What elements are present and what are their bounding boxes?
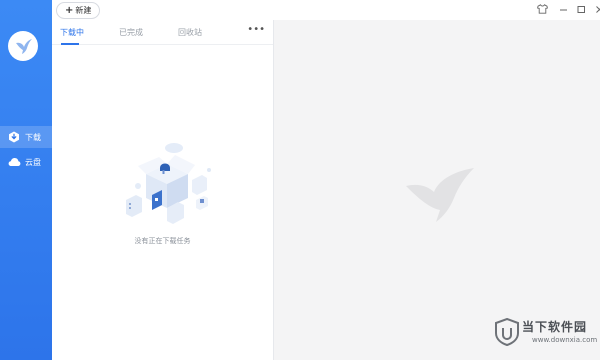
- hummingbird-watermark-icon: [406, 168, 474, 222]
- close-icon[interactable]: [593, 3, 600, 15]
- new-task-button[interactable]: + 新建: [56, 2, 101, 19]
- task-panel: 下载中 已完成 回收站 ••• 没有正在下载任务: [52, 20, 274, 360]
- cloud-icon: [7, 155, 21, 169]
- sidebar-item-label: 下载: [25, 132, 41, 142]
- tab-completed[interactable]: 已完成: [119, 27, 143, 38]
- sidebar-item-label: 云盘: [25, 157, 41, 167]
- new-task-label: 新建: [75, 6, 92, 15]
- more-menu-button[interactable]: •••: [247, 24, 265, 35]
- task-tabs: 下载中 已完成 回收站 •••: [52, 20, 273, 45]
- empty-state-text: 没有正在下载任务: [134, 237, 191, 245]
- sidebar: 下载 云盘: [0, 0, 52, 360]
- hummingbird-logo-icon: [16, 39, 32, 54]
- sidebar-item-cloud[interactable]: 云盘: [0, 151, 52, 173]
- plus-icon: +: [65, 4, 74, 16]
- minimize-icon[interactable]: [557, 3, 569, 15]
- app-logo[interactable]: [8, 31, 38, 61]
- tab-downloading[interactable]: 下载中: [60, 27, 84, 38]
- sidebar-item-download[interactable]: 下载: [0, 126, 52, 148]
- site-url-watermark: www.downxia.com: [532, 336, 598, 344]
- top-toolbar: + 新建: [52, 0, 600, 21]
- detail-area: [274, 20, 600, 360]
- download-hex-icon: [7, 130, 21, 144]
- skin-tshirt-icon[interactable]: [536, 3, 548, 15]
- site-name-watermark: 当下软件园: [522, 320, 588, 334]
- active-tab-indicator: [61, 43, 79, 45]
- empty-boxes-illustration: [126, 143, 211, 224]
- tab-recycle-bin[interactable]: 回收站: [178, 27, 202, 38]
- site-shield-logo-icon: [495, 318, 519, 346]
- maximize-icon[interactable]: [575, 3, 587, 15]
